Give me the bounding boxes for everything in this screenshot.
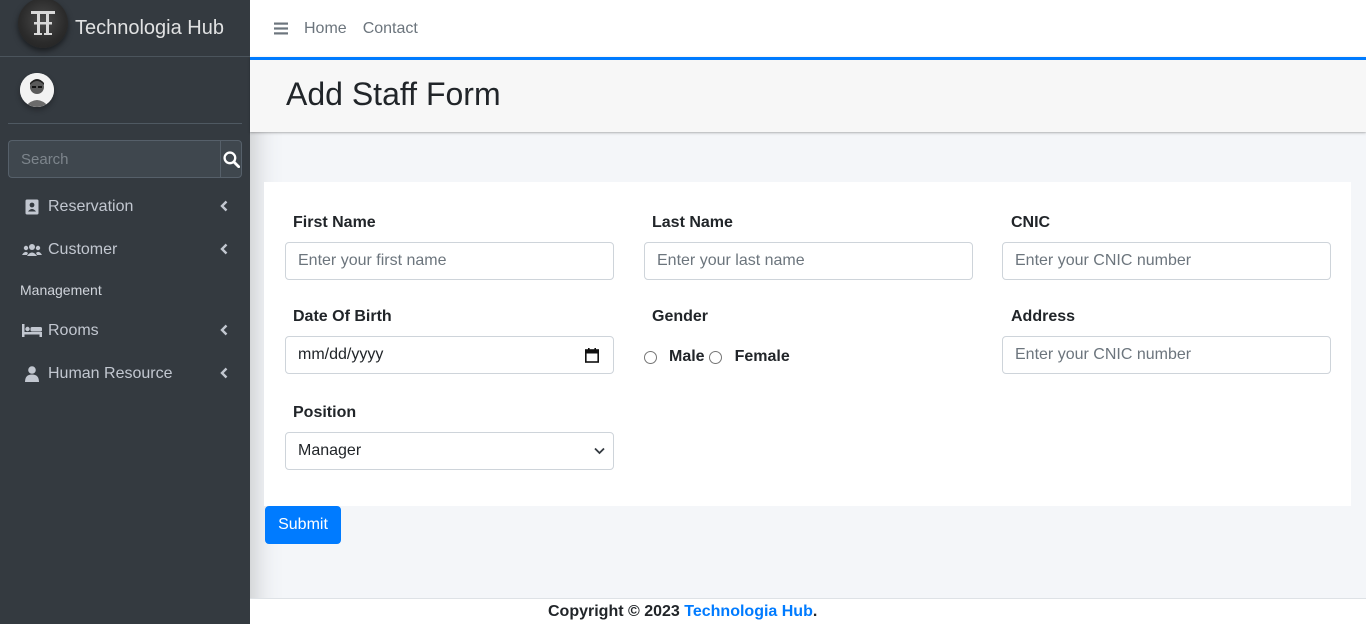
cnic-label: CNIC [1011, 214, 1051, 231]
dob-value: mm/dd/yyyy [298, 346, 384, 363]
chevron-left-icon [220, 200, 228, 212]
sidebar-item-label: Customer [48, 240, 118, 258]
top-navbar: Home Contact [250, 0, 1366, 57]
main-footer: Copyright © 2023 Technologia Hub. [250, 598, 1366, 624]
main-sidebar: Technologia Hub Search Reservation Custo… [0, 0, 250, 624]
address-input[interactable] [1002, 336, 1331, 374]
position-select[interactable]: Manager [285, 432, 614, 470]
last-name-label: Last Name [652, 214, 733, 231]
last-name-input[interactable] [644, 242, 973, 280]
chevron-down-icon [594, 447, 605, 455]
users-icon [22, 243, 42, 257]
sidebar-item-customer[interactable]: Customer [8, 228, 242, 271]
user-avatar[interactable] [20, 73, 54, 107]
sidebar-item-label: Reservation [48, 197, 134, 215]
gender-male-label: Male [669, 348, 705, 365]
gender-label: Gender [652, 308, 709, 325]
copyright-prefix: Copyright © 2023 [548, 603, 685, 620]
calendar-icon[interactable] [585, 347, 599, 363]
gender-male-radio[interactable] [644, 350, 657, 364]
user-panel [8, 57, 242, 124]
menu-toggle-button[interactable] [274, 22, 288, 35]
sidebar-item-human-resource[interactable]: Human Resource [8, 352, 242, 395]
first-name-label: First Name [293, 214, 376, 231]
hamburger-icon [274, 22, 288, 35]
dob-date-input[interactable]: mm/dd/yyyy [285, 336, 614, 374]
submit-button[interactable]: Submit [265, 506, 341, 544]
copyright-text: Copyright © 2023 Technologia Hub. [548, 603, 817, 621]
position-label: Position [293, 404, 357, 421]
search-input[interactable] [8, 140, 220, 178]
cnic-input[interactable] [1002, 242, 1331, 280]
page-header-card: Add Staff Form [250, 57, 1366, 132]
sidebar-item-label: Human Resource [48, 364, 173, 382]
chevron-left-icon [220, 324, 228, 336]
gender-radio-group: Male Female [644, 348, 790, 366]
brand-logo-icon [18, 0, 68, 48]
search-icon [222, 150, 240, 168]
first-name-input[interactable] [285, 242, 614, 280]
gender-female-label: Female [734, 348, 790, 365]
chevron-left-icon [220, 367, 228, 379]
brand-name: Technologia Hub [75, 16, 224, 39]
search-button[interactable] [220, 140, 242, 178]
page-title: Add Staff Form [286, 76, 501, 112]
sidebar-header-management: Management [20, 282, 102, 298]
user-icon [22, 365, 42, 382]
dob-label: Date Of Birth [293, 308, 392, 325]
copyright-suffix: . [812, 603, 818, 620]
footer-brand-link[interactable]: Technologia Hub [684, 603, 813, 620]
sidebar-item-rooms[interactable]: Rooms [8, 309, 242, 352]
brand-link[interactable]: Technologia Hub [0, 0, 250, 57]
position-selected-value: Manager [298, 442, 362, 459]
sidebar-item-reservation[interactable]: Reservation [8, 185, 242, 228]
chevron-left-icon [220, 243, 228, 255]
address-book-icon [22, 199, 42, 215]
address-label: Address [1011, 308, 1076, 325]
nav-link-contact[interactable]: Contact [363, 20, 418, 38]
gender-female-radio[interactable] [708, 350, 722, 364]
sidebar-nav: Reservation Customer Management Rooms Hu… [8, 185, 242, 395]
staff-form-card: First Name Last Name CNIC Date Of Birth … [264, 182, 1351, 506]
bed-icon [22, 324, 42, 337]
nav-link-home[interactable]: Home [304, 20, 347, 38]
sidebar-search [8, 140, 242, 178]
sidebar-item-label: Rooms [48, 321, 99, 339]
